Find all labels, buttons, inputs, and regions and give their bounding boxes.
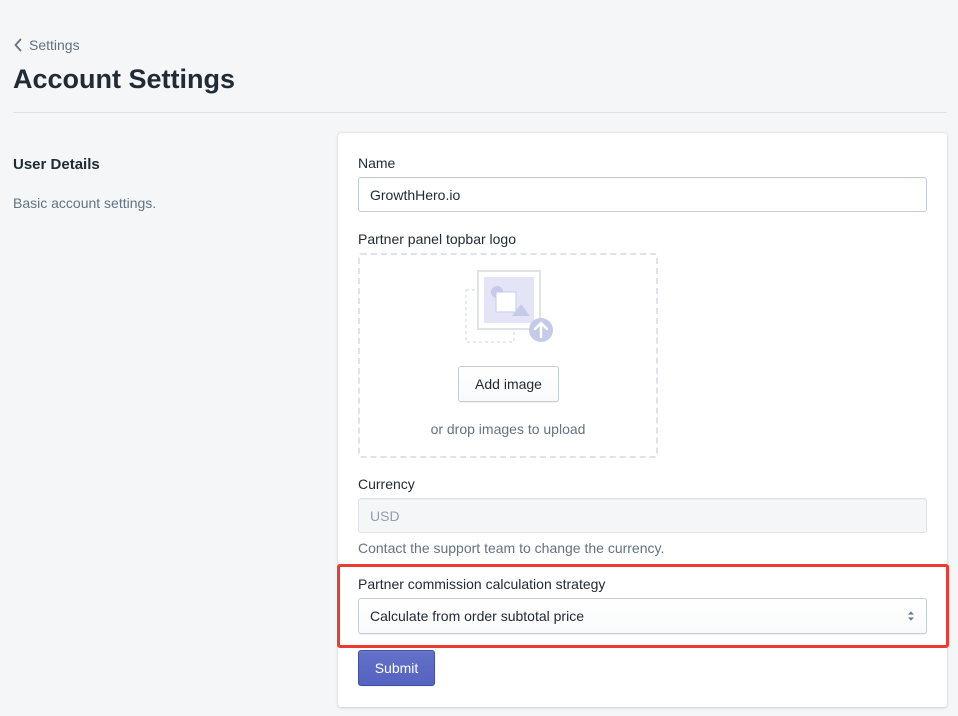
logo-dropzone[interactable]: Add image or drop images to upload [358,253,658,458]
add-image-button[interactable]: Add image [458,366,559,402]
page-title: Account Settings [13,64,236,94]
user-details-card: Name Partner panel topbar logo Add image… [338,133,947,707]
breadcrumb-label: Settings [29,37,80,53]
strategy-select[interactable]: Calculate from order subtotal price [358,598,927,634]
name-label: Name [358,155,396,171]
drop-hint: or drop images to upload [430,421,586,437]
submit-button[interactable]: Submit [358,650,435,686]
chevron-left-icon [14,38,22,52]
header-divider [13,112,947,113]
logo-label: Partner panel topbar logo [358,231,516,247]
section-description: Basic account settings. [13,195,157,211]
name-input[interactable] [358,177,927,212]
currency-input [358,498,927,533]
select-arrows-icon [908,611,914,621]
strategy-selected-value: Calculate from order subtotal price [370,608,584,624]
currency-help-text: Contact the support team to change the c… [358,540,665,556]
section-title: User Details [13,156,100,173]
strategy-label: Partner commission calculation strategy [358,576,606,592]
currency-label: Currency [358,476,415,492]
breadcrumb[interactable]: Settings [13,37,80,53]
image-upload-illustration [465,270,553,343]
